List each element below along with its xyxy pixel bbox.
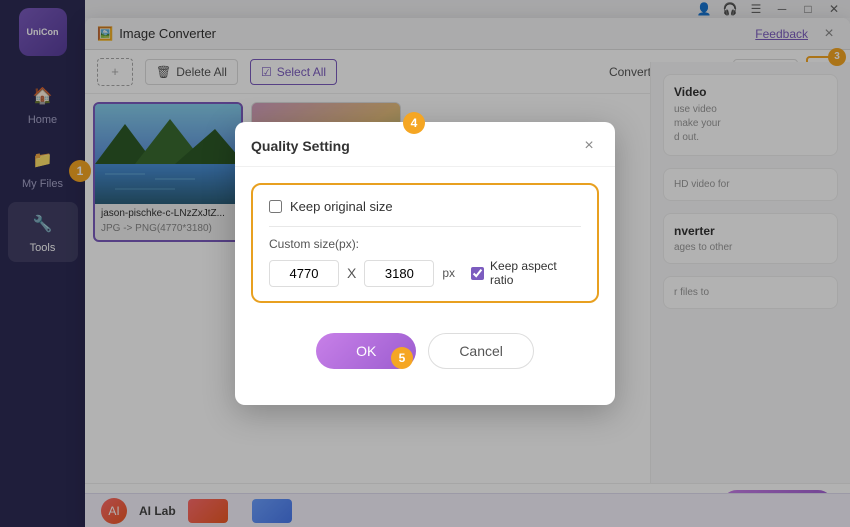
dialog-close-button[interactable]: × <box>579 136 599 156</box>
dialog-footer: OK Cancel <box>251 323 599 389</box>
width-input[interactable] <box>269 260 339 287</box>
keep-aspect-checkbox[interactable] <box>471 267 484 280</box>
quality-setting-dialog: Quality Setting × Keep original size Cus… <box>235 122 615 405</box>
modal-overlay: Quality Setting × Keep original size Cus… <box>0 0 850 527</box>
dialog-body: Keep original size Custom size(px): X px… <box>235 167 615 405</box>
height-input[interactable] <box>364 260 434 287</box>
size-inputs-row: X px Keep aspect ratio <box>269 259 581 287</box>
keep-aspect-label: Keep aspect ratio <box>490 259 581 287</box>
custom-size-label: Custom size(px): <box>269 237 581 251</box>
aspect-ratio-row: Keep aspect ratio <box>471 259 581 287</box>
quality-options-box: Keep original size Custom size(px): X px… <box>251 183 599 303</box>
dialog-cancel-button[interactable]: Cancel <box>428 333 534 369</box>
divider <box>269 226 581 227</box>
keep-original-checkbox[interactable] <box>269 200 282 213</box>
step-badge-4: 4 <box>403 112 425 134</box>
dialog-title: Quality Setting <box>251 138 350 154</box>
px-label: px <box>442 266 455 280</box>
step-badge-5: 5 <box>391 347 413 369</box>
dialog-title-bar: Quality Setting × <box>235 122 615 167</box>
keep-original-label: Keep original size <box>290 199 393 214</box>
keep-original-row: Keep original size <box>269 199 581 214</box>
size-x-label: X <box>347 265 356 281</box>
